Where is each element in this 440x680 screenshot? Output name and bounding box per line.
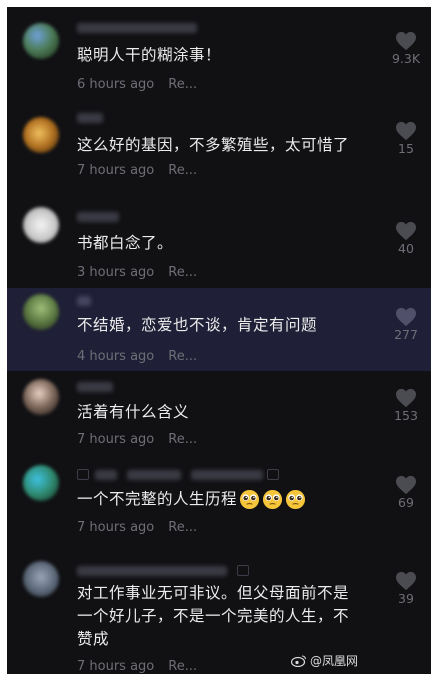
comment-meta: 7 hours ago Re... bbox=[77, 432, 197, 447]
comment-text: 书都白念了。 bbox=[77, 234, 174, 252]
pleading-face-emoji bbox=[239, 488, 308, 511]
username-icon-blurred bbox=[77, 469, 89, 480]
comment-meta: 7 hours ago Re... bbox=[77, 659, 197, 674]
heart-icon bbox=[396, 221, 416, 241]
avatar[interactable] bbox=[23, 379, 59, 415]
heart-icon bbox=[396, 307, 416, 327]
username-blurred[interactable] bbox=[77, 23, 197, 33]
username-icon-blurred bbox=[237, 565, 249, 576]
reply-button[interactable]: Re... bbox=[168, 659, 197, 674]
comment-time: 7 hours ago bbox=[77, 163, 155, 178]
username-blurred[interactable] bbox=[77, 212, 119, 222]
username-blurred[interactable] bbox=[127, 470, 181, 480]
comment-text: 一个不完整的人生历程 bbox=[77, 488, 377, 511]
reply-button[interactable]: Re... bbox=[168, 432, 197, 447]
comment-item: 书都白念了。 3 hours ago Re... 40 bbox=[7, 199, 431, 288]
heart-icon bbox=[396, 475, 416, 495]
heart-icon bbox=[396, 31, 416, 51]
avatar[interactable] bbox=[23, 207, 59, 243]
like-count: 40 bbox=[398, 241, 414, 256]
avatar[interactable] bbox=[23, 294, 59, 330]
like-count: 69 bbox=[398, 495, 414, 510]
comment-meta: 4 hours ago Re... bbox=[77, 349, 197, 364]
like-button[interactable]: 9.3K bbox=[381, 31, 431, 66]
reply-button[interactable]: Re... bbox=[168, 520, 197, 535]
comment-item: 聪明人干的糊涂事！ 6 hours ago Re... 9.3K bbox=[7, 7, 431, 103]
like-button[interactable]: 153 bbox=[381, 388, 431, 423]
comment-item: 一个不完整的人生历程 7 hours ago Re... 69 bbox=[7, 459, 431, 554]
comment-time: 3 hours ago bbox=[77, 265, 155, 280]
like-count: 153 bbox=[394, 408, 418, 423]
comment-item: 这么好的基因，不多繁殖些，太可惜了 7 hours ago Re... 15 bbox=[7, 103, 431, 199]
reply-button[interactable]: Re... bbox=[168, 163, 197, 178]
username-blurred[interactable] bbox=[77, 113, 103, 123]
comment-meta: 7 hours ago Re... bbox=[77, 163, 197, 178]
comment-text: 不结婚，恋爱也不谈，肯定有问题 bbox=[77, 316, 318, 334]
comment-time: 7 hours ago bbox=[77, 520, 155, 535]
avatar[interactable] bbox=[23, 23, 59, 59]
avatar[interactable] bbox=[23, 117, 59, 153]
like-count: 15 bbox=[398, 141, 414, 156]
reply-button[interactable]: Re... bbox=[168, 265, 197, 280]
comment-time: 7 hours ago bbox=[77, 659, 155, 674]
avatar[interactable] bbox=[23, 561, 59, 597]
comment-text: 聪明人干的糊涂事！ bbox=[77, 46, 222, 64]
username-blurred[interactable] bbox=[191, 470, 263, 480]
reply-button[interactable]: Re... bbox=[168, 349, 197, 364]
avatar[interactable] bbox=[23, 465, 59, 501]
username-blurred[interactable] bbox=[77, 382, 113, 392]
comment-text: 对工作事业无可非议。但父母面前不是一个好儿子，不是一个完美的人生，不赞成 bbox=[77, 584, 350, 648]
comment-text: 活着有什么含义 bbox=[77, 403, 190, 421]
reply-button[interactable]: Re... bbox=[168, 77, 197, 92]
heart-icon bbox=[396, 571, 416, 591]
comment-meta: 3 hours ago Re... bbox=[77, 265, 197, 280]
username-blurred[interactable] bbox=[77, 566, 227, 576]
like-button[interactable]: 39 bbox=[381, 571, 431, 606]
like-count: 9.3K bbox=[391, 51, 421, 66]
comment-list: 聪明人干的糊涂事！ 6 hours ago Re... 9.3K 这么好的基因，不… bbox=[7, 7, 431, 674]
username-blurred[interactable] bbox=[95, 470, 117, 480]
comment-time: 4 hours ago bbox=[77, 349, 155, 364]
watermark: @凤凰网 bbox=[291, 652, 358, 669]
weibo-logo bbox=[291, 655, 307, 667]
username-icon-blurred bbox=[267, 469, 279, 480]
comment-meta: 7 hours ago Re... bbox=[77, 520, 197, 535]
comment-item: 活着有什么含义 7 hours ago Re... 153 bbox=[7, 371, 431, 459]
username-blurred[interactable] bbox=[77, 296, 91, 306]
like-button[interactable]: 277 bbox=[381, 307, 431, 342]
comment-time: 7 hours ago bbox=[77, 432, 155, 447]
comment-text: 这么好的基因，不多繁殖些，太可惜了 bbox=[77, 136, 350, 154]
like-button[interactable]: 40 bbox=[381, 221, 431, 256]
like-count: 277 bbox=[394, 327, 418, 342]
comment-item: 对工作事业无可非议。但父母面前不是一个好儿子，不是一个完美的人生，不赞成 7 h… bbox=[7, 554, 431, 674]
comment-item-highlighted: 不结婚，恋爱也不谈，肯定有问题 4 hours ago Re... 277 bbox=[7, 288, 431, 371]
like-button[interactable]: 15 bbox=[381, 121, 431, 156]
like-count: 39 bbox=[398, 591, 414, 606]
like-button[interactable]: 69 bbox=[381, 475, 431, 510]
comment-meta: 6 hours ago Re... bbox=[77, 77, 197, 92]
heart-icon bbox=[396, 121, 416, 141]
comment-time: 6 hours ago bbox=[77, 77, 155, 92]
heart-icon bbox=[396, 388, 416, 408]
watermark-text: @凤凰网 bbox=[310, 654, 359, 668]
